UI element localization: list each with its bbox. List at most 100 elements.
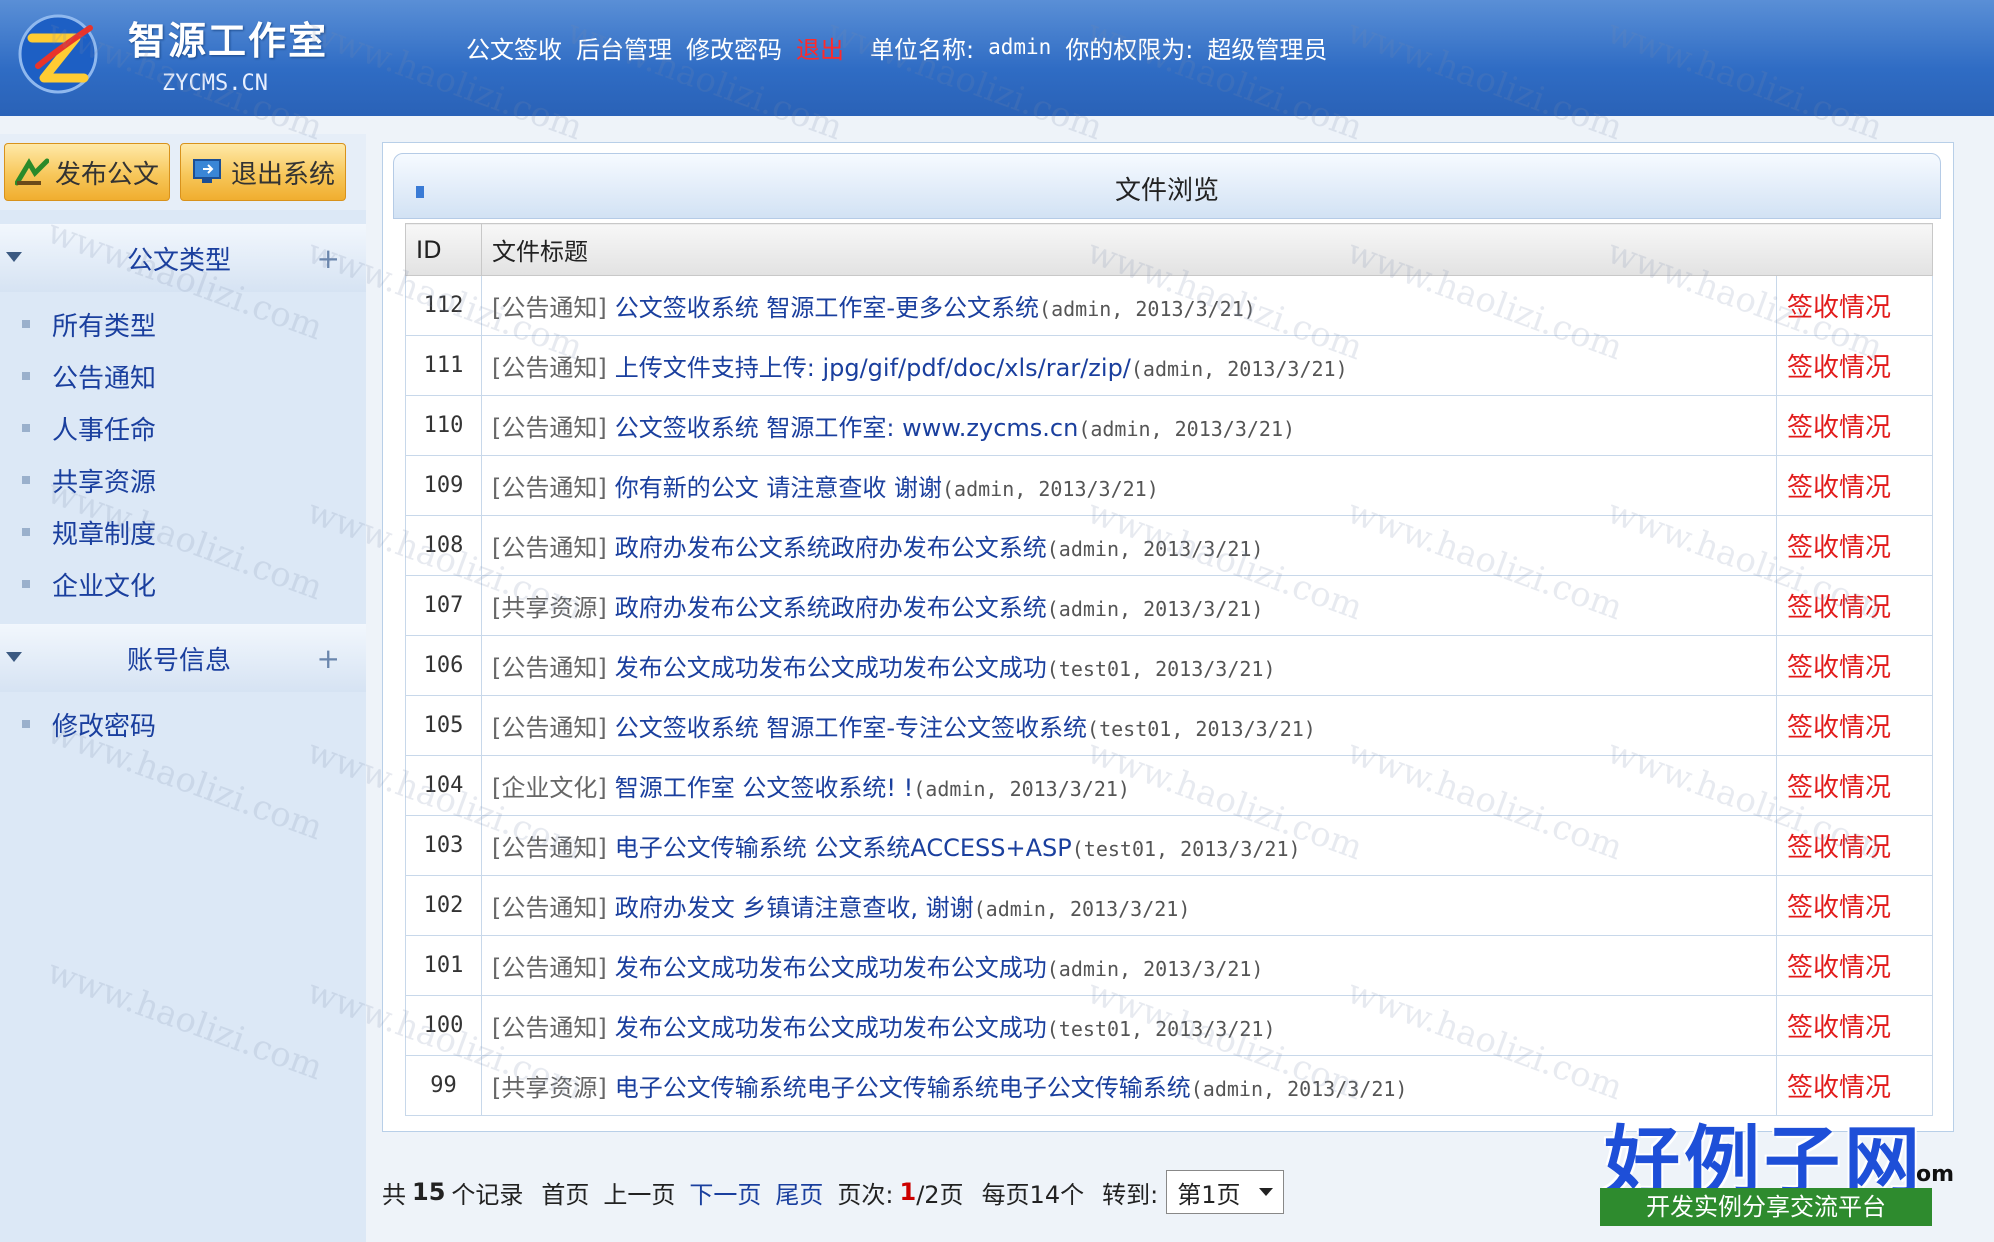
sidebar-item-label: 所有类型 [52, 311, 157, 342]
row-id: 107 [405, 575, 482, 636]
document-title-link[interactable]: 政府办发布公文系统政府办发布公文系统 [615, 534, 1047, 562]
document-title-link[interactable]: 你有新的公文 请注意查收 谢谢 [615, 474, 942, 502]
row-category-tag[interactable]: [公告通知] [492, 474, 607, 502]
row-category-tag[interactable]: [公告通知] [492, 834, 607, 862]
row-id: 112 [405, 275, 482, 336]
document-title-link[interactable]: 智源工作室 公文签收系统! ! [615, 774, 914, 802]
per-page: 每页14个 [981, 1180, 1085, 1209]
sign-status-link[interactable]: 签收情况 [1787, 833, 1891, 863]
sign-status-link[interactable]: 签收情况 [1787, 293, 1891, 323]
document-title-link[interactable]: 公文签收系统 智源工作室-专注公文签收系统 [615, 714, 1087, 742]
total-suffix: 个记录 [451, 1180, 524, 1209]
row-category-tag[interactable]: [公告通知] [492, 354, 607, 382]
section-doc-types-header[interactable]: 公文类型 + [0, 224, 366, 292]
row-category-tag[interactable]: [公告通知] [492, 654, 607, 682]
document-title-link[interactable]: 电子公文传输系统 公文系统ACCESS+ASP [615, 834, 1072, 862]
row-category-tag[interactable]: [共享资源] [492, 1074, 607, 1102]
row-title-cell: [公告通知] 政府办发文 乡镇请注意查收, 谢谢(admin, 2013/3/21… [481, 875, 1777, 936]
row-category-tag[interactable]: [共享资源] [492, 594, 607, 622]
sidebar-item-label: 人事任命 [52, 415, 157, 446]
document-title-link[interactable]: 上传文件支持上传: jpg/gif/pdf/doc/xls/rar/zip/ [615, 354, 1131, 382]
nav-admin-link[interactable]: 后台管理 [576, 30, 672, 65]
document-title-link[interactable]: 公文签收系统 智源工作室-更多公文系统 [615, 294, 1039, 322]
bullet-icon [22, 720, 30, 728]
section-title: 公文类型 [126, 245, 231, 276]
sign-status-link[interactable]: 签收情况 [1787, 953, 1891, 983]
section-account-header[interactable]: 账号信息 + [0, 624, 366, 692]
next-page-link[interactable]: 下一页 [689, 1175, 761, 1210]
row-category-tag[interactable]: [公告通知] [492, 1014, 607, 1042]
publish-document-button[interactable]: 发布公文 [4, 143, 170, 201]
section-title: 账号信息 [126, 645, 231, 676]
row-action-cell: 签收情况 [1776, 275, 1933, 336]
nav-change-password-link[interactable]: 修改密码 [686, 30, 782, 65]
document-title-link[interactable]: 公文签收系统 智源工作室: www.zycms.cn [615, 414, 1079, 442]
last-page-link[interactable]: 尾页 [775, 1175, 823, 1210]
document-title-link[interactable]: 电子公文传输系统电子公文传输系统电子公文传输系统 [615, 1074, 1191, 1102]
exit-system-button[interactable]: 退出系统 [180, 143, 346, 201]
expand-plus-icon: + [316, 641, 340, 675]
table-row: 107 [共享资源] 政府办发布公文系统政府办发布公文系统(admin, 2013/… [405, 575, 1933, 636]
sidebar-item-label: 企业文化 [52, 571, 157, 602]
sign-status-link[interactable]: 签收情况 [1787, 773, 1891, 803]
row-category-tag[interactable]: [公告通知] [492, 894, 607, 922]
row-category-tag[interactable]: [公告通知] [492, 294, 607, 322]
sidebar-item-regulations[interactable]: 规章制度 [0, 506, 366, 558]
row-id: 104 [405, 755, 482, 816]
row-title-cell: [公告通知] 发布公文成功发布公文成功发布公文成功(admin, 2013/3/2… [481, 935, 1777, 996]
table-row: 102 [公告通知] 政府办发文 乡镇请注意查收, 谢谢(admin, 2013/3… [405, 875, 1933, 936]
sign-status-link[interactable]: 签收情况 [1787, 353, 1891, 383]
row-meta: (test01, 2013/3/21) [1046, 657, 1276, 681]
row-meta: (admin, 2013/3/21) [1078, 417, 1296, 441]
row-action-cell: 签收情况 [1776, 695, 1933, 756]
document-title-link[interactable]: 发布公文成功发布公文成功发布公文成功 [615, 1014, 1047, 1042]
sign-status-link[interactable]: 签收情况 [1787, 413, 1891, 443]
table-row: 101 [公告通知] 发布公文成功发布公文成功发布公文成功(admin, 2013/… [405, 935, 1933, 996]
page-select[interactable]: 第1页 [1166, 1170, 1285, 1214]
row-title-cell: [公告通知] 你有新的公文 请注意查收 谢谢(admin, 2013/3/21) [481, 455, 1777, 516]
document-title-link[interactable]: 发布公文成功发布公文成功发布公文成功 [615, 654, 1047, 682]
row-title-cell: [公告通知] 公文签收系统 智源工作室-专注公文签收系统(test01, 2013… [481, 695, 1777, 756]
sign-status-link[interactable]: 签收情况 [1787, 593, 1891, 623]
table-row: 112 [公告通知] 公文签收系统 智源工作室-更多公文系统(admin, 2013… [405, 275, 1933, 336]
row-action-cell: 签收情况 [1776, 995, 1933, 1056]
document-title-link[interactable]: 发布公文成功发布公文成功发布公文成功 [615, 954, 1047, 982]
nav-logout-link[interactable]: 退出 [796, 30, 844, 65]
row-meta: (admin, 2013/3/21) [973, 897, 1191, 921]
sidebar-item-personnel[interactable]: 人事任命 [0, 402, 366, 454]
row-category-tag[interactable]: [公告通知] [492, 954, 607, 982]
total-count: 15 [412, 1178, 446, 1206]
sidebar-item-announcements[interactable]: 公告通知 [0, 350, 366, 402]
sidebar-item-all-types[interactable]: 所有类型 [0, 298, 366, 350]
document-title-link[interactable]: 政府办发布公文系统政府办发布公文系统 [615, 594, 1047, 622]
row-meta: (admin, 2013/3/21) [1190, 1077, 1408, 1101]
role-label: 你的权限为: [1065, 35, 1194, 64]
sidebar-item-change-password[interactable]: 修改密码 [0, 698, 366, 750]
first-page-link[interactable]: 首页 [541, 1175, 589, 1210]
sign-status-link[interactable]: 签收情况 [1787, 713, 1891, 743]
row-title-cell: [公告通知] 公文签收系统 智源工作室-更多公文系统(admin, 2013/3/… [481, 275, 1777, 336]
sidebar-item-culture[interactable]: 企业文化 [0, 558, 366, 610]
row-category-tag[interactable]: [公告通知] [492, 714, 607, 742]
row-category-tag[interactable]: [公告通知] [492, 414, 607, 442]
sidebar-item-label: 修改密码 [52, 711, 157, 742]
total-pages: /2页 [916, 1180, 964, 1209]
row-category-tag[interactable]: [公告通知] [492, 534, 607, 562]
haolizi-watermark-logo: 好例子网 开发实例分享交流平台 om [1600, 1100, 1980, 1232]
row-category-tag[interactable]: [企业文化] [492, 774, 607, 802]
unit-name-label: 单位名称: [870, 35, 975, 64]
sign-status-link[interactable]: 签收情况 [1787, 1073, 1891, 1103]
document-title-link[interactable]: 政府办发文 乡镇请注意查收, 谢谢 [615, 894, 974, 922]
sign-status-link[interactable]: 签收情况 [1787, 473, 1891, 503]
sign-status-link[interactable]: 签收情况 [1787, 533, 1891, 563]
sidebar-item-shared-resources[interactable]: 共享资源 [0, 454, 366, 506]
sign-status-link[interactable]: 签收情况 [1787, 1013, 1891, 1043]
nav-sign-link[interactable]: 公文签收 [466, 30, 562, 65]
bullet-icon [22, 476, 30, 484]
panel-title: 文件浏览 [1114, 176, 1219, 206]
chevron-down-icon [1259, 1188, 1274, 1196]
prev-page-link[interactable]: 上一页 [603, 1175, 675, 1210]
page-select-value: 第1页 [1177, 1180, 1241, 1209]
sign-status-link[interactable]: 签收情况 [1787, 893, 1891, 923]
sign-status-link[interactable]: 签收情况 [1787, 653, 1891, 683]
